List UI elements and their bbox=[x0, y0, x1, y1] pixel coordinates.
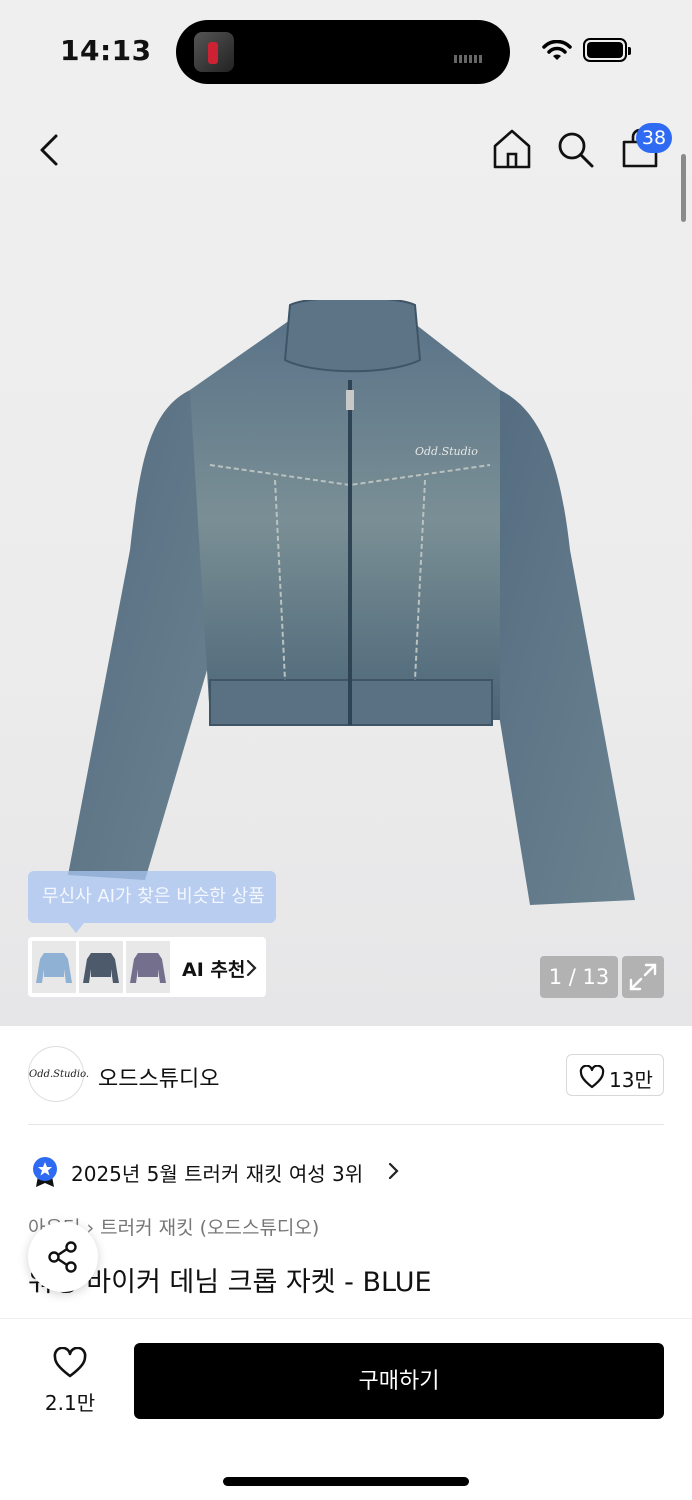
image-counter: 1 / 13 bbox=[540, 956, 618, 998]
home-icon[interactable] bbox=[492, 128, 532, 170]
brand-like-button[interactable]: 13만 bbox=[566, 1054, 664, 1096]
product-image[interactable]: Odd.Studio bbox=[60, 300, 640, 910]
brand-name[interactable]: 오드스튜디오 bbox=[98, 1061, 219, 1093]
battery-icon bbox=[583, 38, 631, 62]
wifi-icon bbox=[542, 40, 572, 60]
share-icon bbox=[48, 1241, 77, 1273]
expand-icon bbox=[629, 963, 657, 991]
status-bar: 14:13 bbox=[0, 0, 692, 100]
ranking-text: 2025년 5월 트러커 재킷 여성 3위 bbox=[71, 1162, 364, 1186]
wishlist-count: 2.1만 bbox=[44, 1391, 96, 1415]
ai-similar-products-tooltip: 무신사 AI가 찾은 비슷한 상품 bbox=[28, 871, 276, 933]
svg-text:Odd.Studio: Odd.Studio bbox=[415, 445, 478, 458]
home-indicator[interactable] bbox=[223, 1477, 469, 1486]
fullscreen-button[interactable] bbox=[622, 956, 664, 998]
brand-like-count: 13만 bbox=[609, 1068, 653, 1092]
wishlist-button[interactable]: 2.1만 bbox=[40, 1347, 100, 1417]
ai-recommend-label: AI 추천 bbox=[182, 959, 246, 981]
ai-recommend-thumbnail[interactable] bbox=[32, 941, 76, 993]
bottom-action-bar: 2.1만 구매하기 bbox=[0, 1318, 692, 1500]
dynamic-island[interactable] bbox=[176, 20, 510, 84]
now-playing-thumbnail bbox=[194, 32, 234, 72]
status-time: 14:13 bbox=[60, 34, 152, 67]
heart-icon bbox=[53, 1347, 87, 1378]
ai-recommend-thumbnail[interactable] bbox=[79, 941, 123, 993]
cart-count-badge: 38 bbox=[636, 123, 672, 153]
divider bbox=[28, 1124, 664, 1125]
brand-logo[interactable]: Odd.Studio. bbox=[28, 1046, 89, 1102]
chevron-left-icon[interactable] bbox=[34, 132, 66, 168]
ai-recommend-thumbnail[interactable] bbox=[126, 941, 170, 993]
scrollbar[interactable] bbox=[681, 154, 686, 222]
heart-icon bbox=[579, 1065, 605, 1089]
ranking-badge-icon bbox=[33, 1157, 57, 1187]
chevron-right-icon bbox=[246, 959, 257, 977]
share-button[interactable] bbox=[28, 1222, 98, 1292]
chevron-right-icon bbox=[388, 1162, 399, 1180]
buy-button[interactable]: 구매하기 bbox=[134, 1343, 664, 1419]
search-icon[interactable] bbox=[556, 130, 596, 170]
audio-waveform-icon bbox=[454, 48, 490, 63]
product-image-gallery[interactable]: 38 Odd.Studio 무신사 AI가 찾은 비슷한 상품 AI 추천 1 … bbox=[0, 100, 692, 1026]
ai-recommend-strip[interactable]: AI 추천 bbox=[28, 937, 266, 997]
